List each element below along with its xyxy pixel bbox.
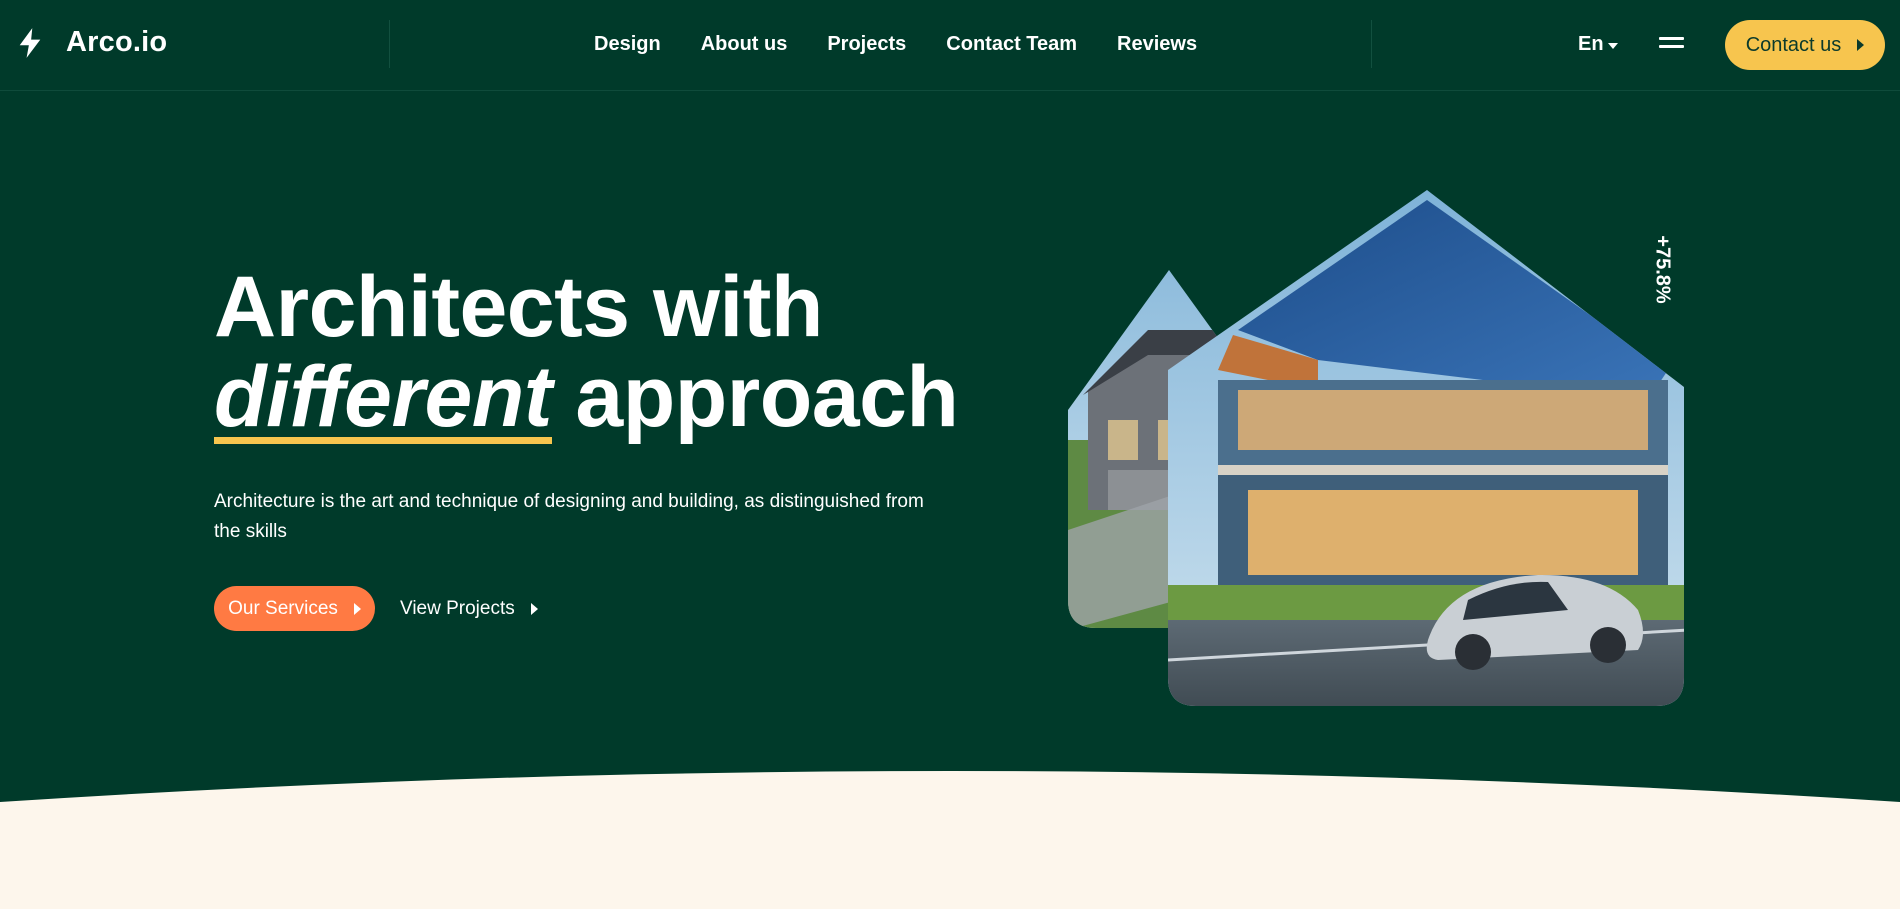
language-label: En — [1578, 33, 1604, 55]
main-nav: Design About us Projects Contact Team Re… — [594, 33, 1197, 56]
nav-item-projects[interactable]: Projects — [827, 33, 906, 56]
brand-name: Arco.io — [66, 26, 168, 58]
bottom-section-curve — [0, 771, 1900, 909]
hero-description: Architecture is the art and technique of… — [214, 491, 924, 542]
brand-logo[interactable]: Arco.io — [16, 26, 167, 59]
triangle-right-icon — [1857, 39, 1865, 51]
language-selector[interactable]: En — [1578, 33, 1618, 56]
stat-percentage: +75.8% — [1651, 235, 1674, 304]
hamburger-menu-icon[interactable] — [1659, 37, 1684, 51]
hero-title-line1: Architects with — [214, 259, 823, 355]
caret-down-icon — [1607, 42, 1618, 49]
nav-item-design[interactable]: Design — [594, 33, 661, 56]
our-services-button[interactable]: Our Services — [214, 586, 375, 631]
contact-us-button[interactable]: Contact us — [1725, 20, 1885, 70]
triangle-right-icon — [530, 603, 538, 615]
contact-us-label: Contact us — [1745, 33, 1842, 56]
hero-house-image — [1068, 190, 1684, 706]
nav-item-reviews[interactable]: Reviews — [1117, 33, 1197, 56]
hero-title: Architects with different approach — [214, 259, 959, 445]
header-divider — [1371, 20, 1372, 68]
site-header: Arco.io Design About us Projects Contact… — [0, 0, 1900, 91]
our-services-label: Our Services — [228, 597, 338, 619]
view-projects-label: View Projects — [400, 598, 515, 619]
nav-item-contact-team[interactable]: Contact Team — [946, 33, 1077, 56]
nav-item-about-us[interactable]: About us — [701, 33, 788, 56]
lightning-bolt-icon — [19, 27, 41, 58]
hero-title-rest: approach — [575, 349, 959, 445]
header-divider — [389, 20, 390, 68]
hero-title-emphasis: different — [214, 349, 552, 445]
view-projects-link[interactable]: View Projects — [400, 598, 538, 620]
triangle-right-icon — [353, 602, 361, 615]
